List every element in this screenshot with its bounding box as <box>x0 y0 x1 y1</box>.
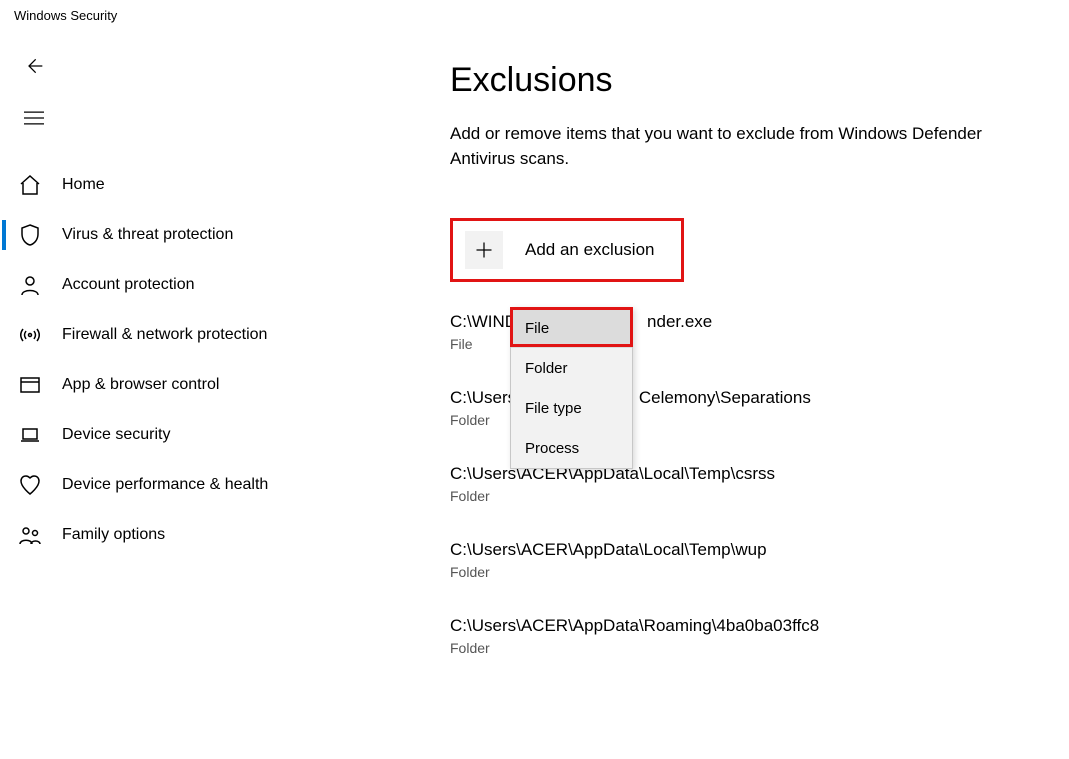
sidebar-item-label: Device performance & health <box>62 476 268 494</box>
exclusion-type: Folder <box>450 564 1010 580</box>
sidebar-item-account[interactable]: Account protection <box>0 260 360 310</box>
exclusion-item[interactable]: C:\Users\ACER\AppData\Local\Temp\wup Fol… <box>450 540 1010 580</box>
menu-button[interactable] <box>14 100 54 140</box>
page-title: Exclusions <box>450 60 1049 101</box>
antenna-icon <box>18 323 42 347</box>
plus-icon <box>465 231 503 269</box>
sidebar-item-label: Account protection <box>62 276 195 294</box>
sidebar-item-label: Virus & threat protection <box>62 226 233 244</box>
exclusion-path-right: nder.exe <box>647 312 712 331</box>
dropdown-item-folder[interactable]: Folder <box>511 348 632 388</box>
shield-icon <box>18 223 42 247</box>
page-subtitle: Add or remove items that you want to exc… <box>450 121 1049 172</box>
sidebar-item-label: Firewall & network protection <box>62 326 267 344</box>
sidebar-item-label: App & browser control <box>62 376 219 394</box>
app-title: Windows Security <box>14 8 117 23</box>
sidebar-item-label: Home <box>62 176 105 194</box>
sidebar-item-label: Family options <box>62 526 165 544</box>
exclusion-type: Folder <box>450 640 1010 656</box>
exclusion-type: Folder <box>450 488 1010 504</box>
person-icon <box>18 273 42 297</box>
sidebar-item-app-browser[interactable]: App & browser control <box>0 360 360 410</box>
hamburger-icon <box>24 110 44 131</box>
exclusion-path-right: Celemony\Separations <box>639 388 811 407</box>
home-icon <box>18 173 42 197</box>
exclusion-path: C:\Users\ACER\AppData\Roaming\4ba0ba03ff… <box>450 616 1010 636</box>
laptop-icon <box>18 423 42 447</box>
dropdown-item-process[interactable]: Process <box>511 428 632 468</box>
sidebar-item-device-perf[interactable]: Device performance & health <box>0 460 360 510</box>
back-button[interactable] <box>14 48 54 88</box>
sidebar-item-virus-threat[interactable]: Virus & threat protection <box>0 210 360 260</box>
sidebar: Home Virus & threat protection Account p… <box>0 160 360 560</box>
exclusion-item[interactable]: C:\Users\ACER\AppData\Local\Temp\csrss F… <box>450 464 1010 504</box>
exclusion-item[interactable]: C:\Users\ACER\AppData\Roaming\4ba0ba03ff… <box>450 616 1010 656</box>
sidebar-item-device-security[interactable]: Device security <box>0 410 360 460</box>
exclusion-path: C:\Users\ACER\AppData\Local\Temp\wup <box>450 540 1010 560</box>
sidebar-item-family[interactable]: Family options <box>0 510 360 560</box>
dropdown-item-filetype[interactable]: File type <box>511 388 632 428</box>
dropdown-item-file[interactable]: File <box>511 308 632 348</box>
sidebar-item-firewall[interactable]: Firewall & network protection <box>0 310 360 360</box>
sidebar-item-home[interactable]: Home <box>0 160 360 210</box>
sidebar-item-label: Device security <box>62 426 170 444</box>
window-icon <box>18 373 42 397</box>
add-exclusion-dropdown: File Folder File type Process <box>510 307 633 469</box>
add-exclusion-label: Add an exclusion <box>525 240 654 260</box>
heart-icon <box>18 473 42 497</box>
family-icon <box>18 523 42 547</box>
arrow-left-icon <box>24 56 44 81</box>
add-exclusion-button[interactable]: Add an exclusion <box>450 218 684 282</box>
exclusion-path-left: C:\WIND <box>450 312 517 331</box>
